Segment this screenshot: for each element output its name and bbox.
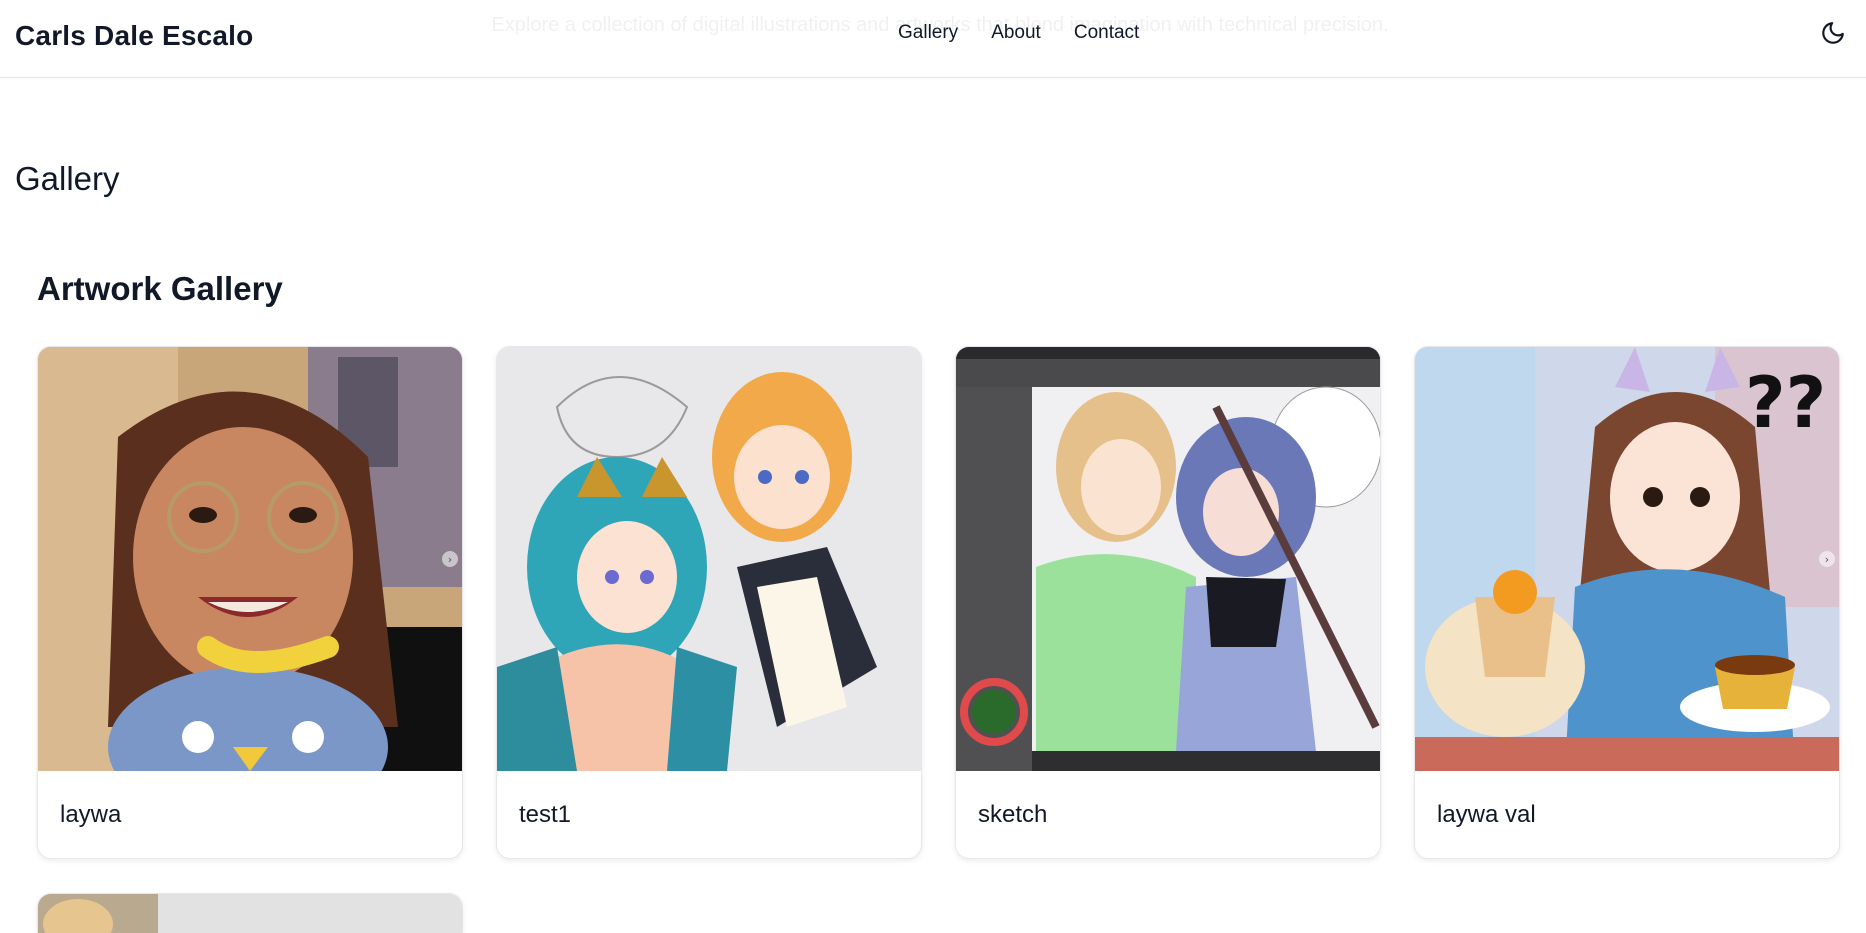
- carousel-next-icon[interactable]: ›: [442, 551, 458, 567]
- artwork-image: [38, 894, 462, 933]
- nav-link-gallery[interactable]: Gallery: [898, 22, 958, 44]
- theme-toggle-button[interactable]: [1818, 18, 1848, 48]
- artwork-image: [956, 347, 1380, 771]
- page-title: Gallery: [15, 160, 120, 197]
- artwork-card[interactable]: test1: [496, 346, 922, 859]
- artwork-image: ?? ›: [1415, 347, 1839, 771]
- site-brand[interactable]: Carls Dale Escalo: [15, 20, 253, 52]
- nav-link-about[interactable]: About: [991, 22, 1041, 44]
- top-navbar: Carls Dale Escalo Explore a collection o…: [0, 0, 1866, 78]
- artwork-card[interactable]: ?? › laywa val: [1414, 346, 1840, 859]
- artwork-image: ›: [38, 347, 462, 771]
- main-nav: Gallery About Contact: [898, 22, 1139, 44]
- artwork-image: [497, 347, 921, 771]
- svg-text:??: ??: [1745, 362, 1826, 444]
- artwork-title: laywa val: [1437, 801, 1536, 828]
- artwork-card[interactable]: › laywa: [37, 346, 463, 859]
- artwork-title: laywa: [60, 801, 122, 828]
- artwork-title: sketch: [978, 801, 1048, 828]
- artwork-card[interactable]: sketch: [955, 346, 1381, 859]
- artwork-title: test1: [519, 801, 572, 828]
- section-title: Artwork Gallery: [37, 270, 283, 307]
- artwork-card[interactable]: [37, 893, 463, 933]
- carousel-next-icon[interactable]: ›: [1819, 551, 1835, 567]
- moon-icon: [1822, 22, 1844, 44]
- nav-link-contact[interactable]: Contact: [1074, 22, 1139, 44]
